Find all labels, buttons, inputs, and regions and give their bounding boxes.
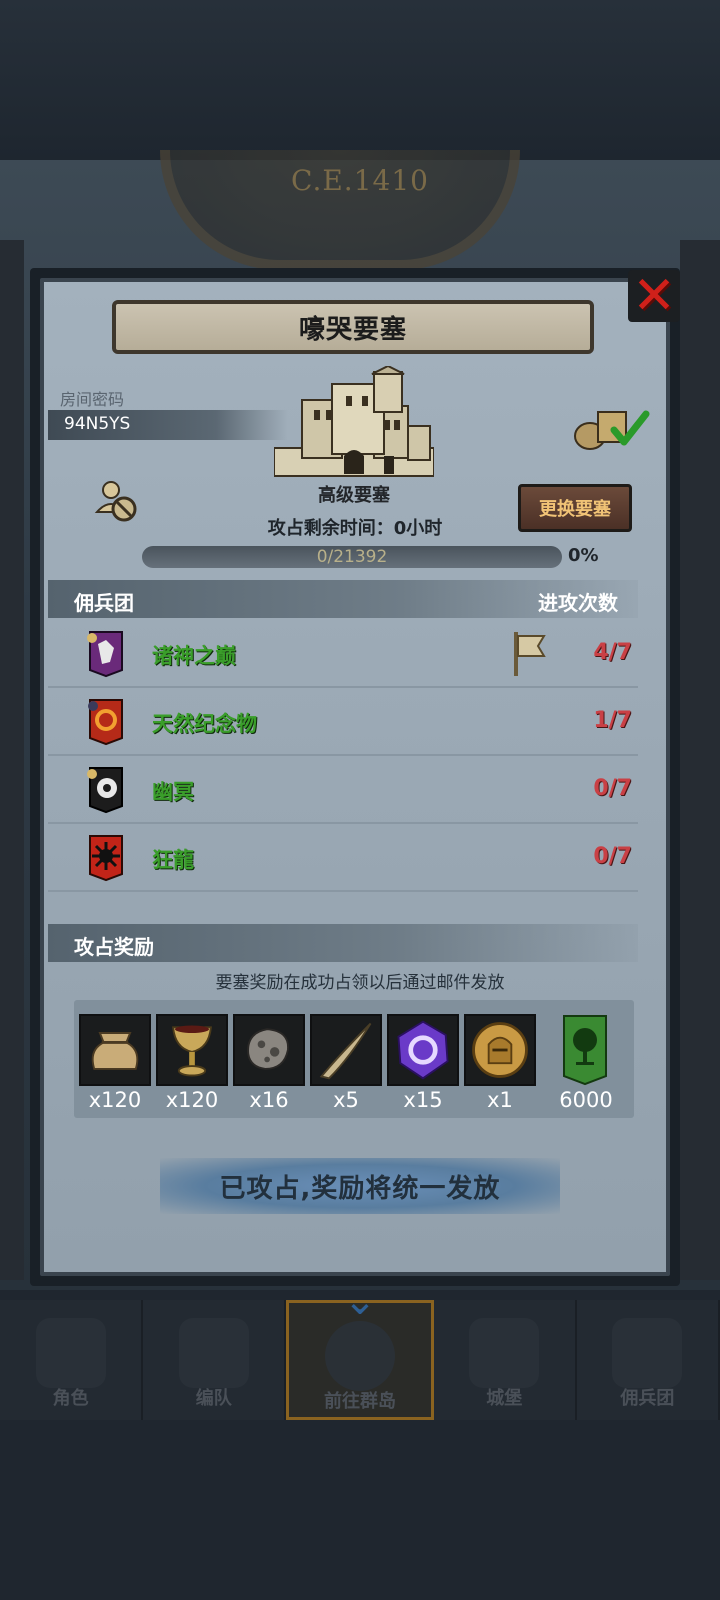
supply-bag-icon[interactable] <box>572 402 652 452</box>
reward-quantity: x1 <box>487 1088 513 1112</box>
reward-quantity: x120 <box>88 1088 142 1112</box>
change-fortress-button[interactable]: 更换要塞 <box>518 484 632 532</box>
rewards-note: 要塞奖励在成功占领以后通过邮件发放 <box>215 973 505 993</box>
attack-count: 4/7 <box>593 640 632 665</box>
mercenary-name: 狂龍 <box>152 848 194 872</box>
room-code-label: 房间密码 <box>60 390 125 409</box>
mercenary-row[interactable]: 天然纪念物 1/7 <box>48 688 638 756</box>
capture-progress-count: 0/21392 <box>316 547 388 567</box>
claim-status-banner: 已攻占,奖励将统一发放 <box>160 1158 560 1214</box>
attack-count: 0/7 <box>593 776 632 801</box>
nav-label: 佣兵团 <box>620 1388 675 1409</box>
rewards-header: 攻占奖励 <box>74 935 154 959</box>
close-icon: ✕ <box>632 266 676 326</box>
reward-quantity: x120 <box>165 1088 219 1112</box>
title-banner: 嚎哭要塞 <box>112 300 594 354</box>
nav-label: 编队 <box>195 1388 232 1409</box>
reward-item[interactable] <box>79 1014 151 1086</box>
knight-medal-icon <box>472 1022 528 1078</box>
ore-icon <box>247 1028 289 1070</box>
background-right-edge <box>680 240 720 1280</box>
nav-item-mercenary[interactable]: 佣兵团 <box>576 1300 720 1420</box>
change-fortress-label: 更换要塞 <box>539 499 611 520</box>
claim-status-text: 已攻占,奖励将统一发放 <box>219 1173 501 1204</box>
room-code: 94N5YS <box>64 414 131 434</box>
background-left-edge <box>0 240 24 1280</box>
nav-item-castle[interactable]: 城堡 <box>433 1300 577 1420</box>
dialog-title: 嚎哭要塞 <box>298 314 407 345</box>
fortress-type: 高级要塞 <box>318 485 390 506</box>
attack-count: 1/7 <box>593 708 632 733</box>
top-letterbox <box>0 0 720 160</box>
tree-banner-icon[interactable] <box>562 1014 608 1086</box>
mercenary-name: 幽冥 <box>152 780 194 804</box>
mercenary-name: 天然纪念物 <box>152 712 257 736</box>
reward-item[interactable] <box>156 1014 228 1086</box>
mercenary-header: 佣兵团 <box>74 591 134 615</box>
formation-icon <box>178 1318 249 1388</box>
reward-item[interactable] <box>310 1014 382 1086</box>
nav-item-formation[interactable]: 编队 <box>143 1300 287 1420</box>
white-wolf-emblem-icon <box>87 631 123 678</box>
close-button[interactable]: ✕ <box>628 270 680 322</box>
time-remaining: 攻占剩余时间：0小时 <box>267 518 443 539</box>
goblet-icon <box>172 1025 212 1077</box>
sack-icon <box>91 1032 139 1070</box>
no-user-icon[interactable] <box>94 478 140 524</box>
nav-item-islands[interactable]: ⌄ 前往群岛 <box>286 1281 434 1420</box>
attack-count: 0/7 <box>593 844 632 869</box>
reward-quantity: x16 <box>249 1088 289 1112</box>
globe-icon <box>325 1321 395 1391</box>
bottom-nav: 角色 编队 ⌄ 前往群岛 城堡 佣兵团 <box>0 1281 720 1420</box>
horn-icon <box>319 1022 372 1080</box>
reward-item[interactable] <box>464 1014 536 1086</box>
flag-icon <box>514 632 546 676</box>
nav-label: 前往群岛 <box>324 1391 396 1412</box>
black-sun-emblem-icon <box>89 835 123 882</box>
chevron-down-icon: ⌄ <box>343 1278 377 1324</box>
nav-item-character[interactable]: 角色 <box>0 1300 144 1420</box>
nav-label: 城堡 <box>486 1388 523 1409</box>
mercenary-row[interactable]: 诸神之巅 4/7 <box>48 620 638 688</box>
reward-quantity: 6000 <box>559 1088 613 1112</box>
purple-crystal-icon <box>397 1020 449 1080</box>
mercenary-name: 诸神之巅 <box>152 644 236 668</box>
nav-label: 角色 <box>52 1388 89 1409</box>
mercenary-row[interactable]: 幽冥 0/7 <box>48 756 638 824</box>
fortress-icon <box>274 366 434 477</box>
reward-quantity: x15 <box>403 1088 443 1112</box>
reward-item[interactable] <box>233 1014 305 1086</box>
mercenary-row[interactable]: 狂龍 0/7 <box>48 824 638 892</box>
white-spiral-emblem-icon <box>87 767 123 814</box>
castle-icon <box>469 1318 540 1388</box>
era-label: C.E.1410 <box>291 164 429 197</box>
reward-quantity: x5 <box>333 1088 359 1112</box>
mercenary-icon <box>612 1318 683 1388</box>
fire-ring-emblem-icon <box>88 699 123 746</box>
capture-progress-percent: 0% <box>568 545 599 566</box>
reward-item[interactable] <box>387 1014 459 1086</box>
attack-count-header: 进攻次数 <box>538 591 618 615</box>
knight-icon <box>35 1318 106 1388</box>
